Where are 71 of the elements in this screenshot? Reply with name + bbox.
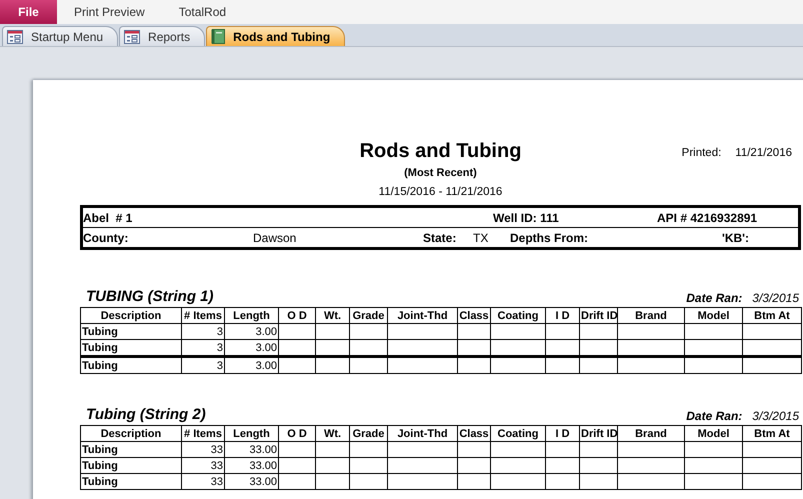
table-cell: Tubing	[80, 458, 182, 474]
column-header: Joint-Thd	[388, 308, 458, 324]
section-title: Tubing (String 2)	[86, 406, 206, 423]
table-cell: 33	[182, 458, 224, 474]
column-header: I D	[546, 308, 580, 324]
table-cell: 3	[182, 356, 224, 374]
state-label: State:	[423, 230, 458, 244]
kb-label: 'KB':	[722, 230, 750, 244]
table-cell: Tubing	[80, 474, 182, 490]
column-header: O D	[278, 308, 316, 324]
table-cell: 3.00	[224, 324, 278, 340]
date-range: 11/15/2016 - 11/21/2016	[378, 186, 502, 198]
table-cell: 3	[182, 324, 224, 340]
county-value: Dawson	[253, 230, 298, 244]
document-tab[interactable]: Rods and Tubing	[206, 26, 346, 46]
state-value: TX	[473, 230, 490, 244]
column-header: Model	[684, 308, 742, 324]
table-cell: 33.00	[224, 442, 278, 458]
column-header: Description	[80, 308, 182, 324]
book-icon	[211, 29, 226, 44]
date-ran-value: 3/3/2015	[752, 409, 799, 423]
column-header: Coating	[490, 426, 546, 442]
table-cell: Tubing	[80, 340, 182, 356]
table-cell: 3.00	[224, 356, 278, 374]
report-title: Rods and Tubing	[360, 140, 522, 162]
printed-date: 11/21/2016	[735, 147, 792, 161]
date-ran-label: Date Ran:	[686, 409, 742, 423]
form-icon	[7, 30, 23, 44]
file-tab[interactable]: File	[0, 0, 57, 24]
column-header: Btm At	[742, 308, 802, 324]
column-header: Joint-Thd	[388, 426, 458, 442]
column-header: Length	[224, 308, 278, 324]
table-cell: Tubing	[80, 324, 182, 340]
date-ran-label: Date Ran:	[686, 291, 742, 305]
column-header: Btm At	[742, 426, 802, 442]
api-number: API # 4216932891	[657, 210, 758, 224]
county-label: County:	[83, 230, 130, 244]
table-cell: Tubing	[80, 356, 182, 374]
column-header: Model	[684, 426, 742, 442]
column-header: Class	[458, 426, 490, 442]
printed-label: Printed:	[682, 147, 722, 161]
column-header: Grade	[350, 426, 388, 442]
column-header: # Items	[182, 308, 224, 324]
section-title: TUBING (String 1)	[86, 288, 214, 305]
depths-label: Depths From:	[510, 230, 589, 244]
column-header: Coating	[490, 308, 546, 324]
report-subtitle: (Most Recent)	[404, 167, 477, 179]
well-id: Well ID: 111	[493, 210, 560, 224]
column-header: Grade	[350, 308, 388, 324]
ribbon-tab[interactable]: TotalRod	[162, 0, 244, 24]
form-icon	[124, 30, 140, 44]
column-header: Brand	[618, 426, 684, 442]
table-cell: 33	[182, 442, 224, 458]
table-cell: 33	[182, 474, 224, 490]
column-header: Description	[80, 426, 182, 442]
column-header: I D	[546, 426, 580, 442]
table-cell: 33.00	[224, 458, 278, 474]
column-header: Class	[458, 308, 490, 324]
column-header: # Items	[182, 426, 224, 442]
ribbon-tab[interactable]: Print Preview	[57, 0, 162, 24]
column-header: Length	[224, 426, 278, 442]
column-header: Wt.	[316, 308, 350, 324]
column-header: Brand	[618, 308, 684, 324]
document-tab[interactable]: Reports	[119, 26, 206, 46]
well-name: Abel # 1	[83, 210, 134, 224]
column-header: Wt.	[316, 426, 350, 442]
table-cell: Tubing	[80, 442, 182, 458]
table-cell: 33.00	[224, 474, 278, 490]
column-header: O D	[278, 426, 316, 442]
document-tab[interactable]: Startup Menu	[2, 26, 118, 46]
date-ran-value: 3/3/2015	[752, 291, 799, 305]
